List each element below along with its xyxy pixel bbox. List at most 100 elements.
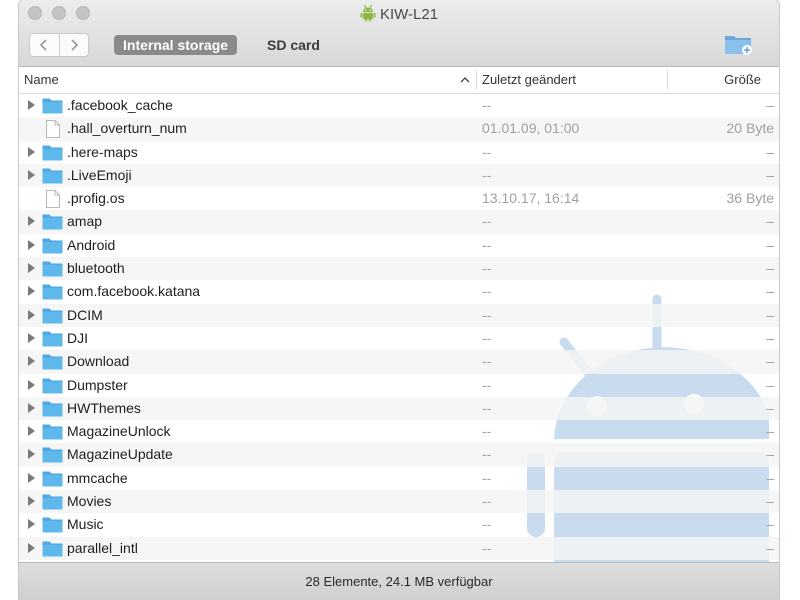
file-name: Download (67, 353, 130, 370)
folder-icon (42, 354, 63, 370)
modified-column-header[interactable]: Zuletzt geändert (482, 67, 576, 93)
file-modified: 13.10.17, 16:14 (482, 190, 580, 207)
file-row[interactable]: Android -- – (19, 234, 779, 257)
file-name: mmcache (67, 469, 128, 486)
file-row[interactable]: DJI -- – (19, 327, 779, 350)
file-size: – (766, 423, 774, 440)
file-row[interactable]: MagazineUnlock -- – (19, 420, 779, 443)
disclosure-triangle-icon[interactable] (28, 542, 35, 553)
file-row[interactable]: parallel_intl -- – (19, 536, 779, 560)
disclosure-triangle-icon[interactable] (28, 379, 35, 390)
folder-icon (42, 261, 63, 277)
disclosure-triangle-icon[interactable] (28, 309, 35, 320)
column-divider[interactable] (476, 70, 477, 90)
file-modified: -- (482, 283, 492, 300)
file-list: .facebook_cache -- – .hall_overturn_num 01.0… (19, 94, 779, 562)
file-name: DJI (67, 329, 88, 346)
disclosure-triangle-icon[interactable] (28, 286, 35, 297)
file-row[interactable]: Music -- – (19, 513, 779, 536)
file-modified: -- (482, 493, 492, 510)
folder-icon (42, 98, 63, 114)
column-divider[interactable] (667, 70, 668, 90)
document-icon (46, 120, 60, 139)
chevron-left-icon (40, 39, 47, 51)
file-rows: .facebook_cache -- – .hall_overturn_num 01.0… (19, 94, 779, 560)
tab-internal-storage[interactable]: Internal storage (114, 35, 238, 55)
status-bar: 28 Elemente, 24.1 MB verfügbar (19, 562, 779, 600)
disclosure-triangle-icon[interactable] (28, 356, 35, 367)
file-modified: -- (482, 329, 492, 346)
file-row[interactable]: Dumpster -- – (19, 374, 779, 397)
folder-icon (42, 517, 63, 533)
file-row[interactable]: HWThemes -- – (19, 396, 779, 421)
folder-icon (42, 145, 63, 161)
file-row[interactable]: .hall_overturn_num 01.01.09, 01:00 20 Byte (19, 117, 779, 141)
file-size: – (766, 399, 774, 416)
file-row[interactable]: .facebook_cache -- – (19, 94, 779, 117)
file-row[interactable]: MagazineUpdate -- – (19, 443, 779, 467)
navigation-buttons (29, 33, 89, 57)
disclosure-triangle-icon[interactable] (28, 263, 35, 274)
file-name: Dumpster (67, 376, 128, 393)
file-row[interactable]: .LiveEmoji -- – (19, 163, 779, 188)
file-size: – (766, 97, 774, 113)
file-size: – (766, 166, 774, 183)
file-row[interactable]: DCIM -- – (19, 303, 779, 327)
sort-ascending-icon[interactable] (459, 67, 471, 93)
disclosure-triangle-icon[interactable] (28, 402, 35, 413)
file-size: – (766, 353, 774, 370)
name-column-header[interactable]: Name (24, 67, 59, 93)
file-name: .facebook_cache (67, 97, 173, 113)
new-folder-button[interactable] (724, 32, 754, 56)
column-header: Name Zuletzt geändert Größe (19, 67, 779, 94)
file-row[interactable]: amap -- – (19, 210, 779, 234)
file-name: .LiveEmoji (67, 166, 132, 183)
status-text: 28 Elemente, 24.1 MB verfügbar (305, 574, 493, 589)
file-row[interactable]: bluetooth -- – (19, 257, 779, 281)
disclosure-triangle-icon[interactable] (28, 169, 35, 180)
disclosure-triangle-icon[interactable] (28, 239, 35, 250)
file-size: – (766, 236, 774, 253)
file-modified: -- (482, 236, 492, 253)
file-modified: -- (482, 306, 492, 323)
file-size: – (766, 469, 774, 486)
size-column-header[interactable]: Größe (724, 67, 761, 93)
disclosure-triangle-icon[interactable] (28, 449, 35, 460)
document-icon (46, 190, 60, 209)
file-modified: -- (482, 353, 492, 370)
disclosure-triangle-icon[interactable] (28, 496, 35, 507)
disclosure-triangle-icon[interactable] (28, 332, 35, 343)
file-name: amap (67, 213, 103, 230)
folder-icon (42, 541, 63, 557)
tab-sd-card[interactable]: SD card (258, 35, 329, 55)
back-button[interactable] (30, 34, 59, 56)
disclosure-triangle-icon[interactable] (28, 519, 35, 530)
file-browser-window: KIW-L21 Internal storage SD card Name Zu… (19, 0, 779, 600)
file-size: 20 Byte (726, 120, 774, 137)
file-name: parallel_intl (67, 539, 138, 556)
file-row[interactable]: com.facebook.katana -- – (19, 280, 779, 303)
disclosure-triangle-icon[interactable] (28, 426, 35, 437)
disclosure-triangle-icon[interactable] (28, 216, 35, 227)
disclosure-triangle-icon[interactable] (28, 472, 35, 483)
file-name: MagazineUnlock (67, 423, 171, 440)
file-row[interactable]: .here-maps -- – (19, 141, 779, 164)
file-size: – (766, 376, 774, 393)
disclosure-triangle-icon[interactable] (28, 146, 35, 157)
file-modified: -- (482, 446, 492, 463)
disclosure-triangle-icon[interactable] (28, 100, 35, 110)
folder-icon (42, 238, 63, 254)
file-name: MagazineUpdate (67, 446, 173, 463)
forward-button[interactable] (58, 34, 89, 56)
file-row[interactable]: Movies -- – (19, 490, 779, 514)
folder-icon (42, 378, 63, 394)
file-row[interactable]: mmcache -- – (19, 467, 779, 490)
file-size: – (766, 539, 774, 556)
file-row[interactable]: Download -- – (19, 350, 779, 374)
file-row[interactable]: .profig.os 13.10.17, 16:14 36 Byte (19, 187, 779, 210)
folder-icon (42, 471, 63, 487)
file-modified: -- (482, 260, 492, 277)
file-name: HWThemes (67, 399, 141, 416)
folder-icon (42, 168, 63, 184)
file-size: – (766, 260, 774, 277)
